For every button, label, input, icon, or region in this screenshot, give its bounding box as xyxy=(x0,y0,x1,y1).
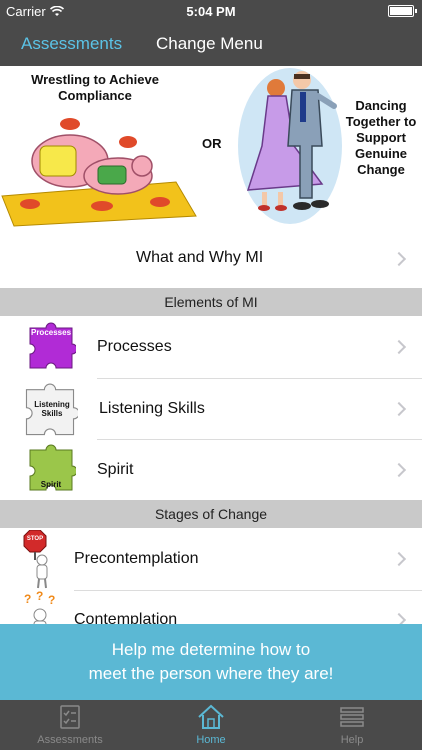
meet-person-cta-button[interactable]: Help me determine how to meet the person… xyxy=(0,624,422,700)
listening-skills-row[interactable]: Listening Skills Listening Skills xyxy=(0,379,422,439)
home-icon xyxy=(198,704,224,729)
tab-home[interactable]: Home xyxy=(141,704,281,746)
elements-of-mi-header: Elements of MI xyxy=(0,288,422,316)
cta-line-2: meet the person where they are! xyxy=(88,664,334,683)
tab-assessments[interactable]: Assessments xyxy=(0,704,140,746)
chevron-right-icon xyxy=(391,462,407,478)
spirit-label: Spirit xyxy=(97,461,134,478)
svg-text:?: ? xyxy=(24,592,31,606)
chevron-right-icon xyxy=(391,551,407,567)
tab-home-label: Home xyxy=(196,734,226,746)
cta-line-1: Help me determine how to xyxy=(111,640,311,659)
svg-text:?: ? xyxy=(48,593,55,607)
stages-of-change-header: Stages of Change xyxy=(0,500,422,528)
menu-lines-icon xyxy=(340,707,364,727)
or-label: OR xyxy=(202,136,222,151)
listening-skills-icon-text: Listening Skills xyxy=(34,400,70,418)
svg-text:?: ? xyxy=(36,591,43,603)
navigation-bar: Assessments Change Menu xyxy=(0,22,422,66)
precontemplation-label: Precontemplation xyxy=(74,550,199,567)
what-and-why-mi-row[interactable]: What and Why MI xyxy=(0,230,422,288)
chevron-right-icon xyxy=(391,339,407,355)
wrestling-caption: Wrestling to Achieve Compliance xyxy=(31,72,159,103)
chevron-right-icon xyxy=(391,251,407,267)
dancing-caption: Dancing Together to Support Genuine Chan… xyxy=(345,98,417,177)
processes-label: Processes xyxy=(97,338,172,355)
hero-illustration: Wrestling to Achieve Compliance OR Danci… xyxy=(0,66,422,230)
tab-help-label: Help xyxy=(340,734,364,746)
tab-help[interactable]: Help xyxy=(282,704,422,746)
what-and-why-mi-label: What and Why MI xyxy=(136,249,264,266)
battery-icon xyxy=(388,5,417,17)
stop-sign-text: STOP xyxy=(26,536,44,542)
tab-bar: Assessments Home Help xyxy=(0,700,422,750)
assessments-nav-link[interactable]: Assessments xyxy=(21,34,122,54)
spirit-row[interactable]: Spirit Spirit xyxy=(0,440,422,500)
listening-skills-label: Listening Skills xyxy=(99,400,205,417)
processes-icon-text: Processes xyxy=(30,328,72,337)
precontemplation-row[interactable]: STOP Precontemplation xyxy=(0,528,422,590)
tab-assessments-label: Assessments xyxy=(37,734,103,746)
chevron-right-icon xyxy=(391,401,407,417)
status-bar: Carrier 5:04 PM xyxy=(0,0,422,22)
change-menu-title: Change Menu xyxy=(156,34,263,53)
spirit-icon-text: Spirit xyxy=(40,480,62,489)
processes-row[interactable]: Processes Processes xyxy=(0,316,422,378)
checklist-icon xyxy=(60,705,80,729)
clock: 5:04 PM xyxy=(186,4,236,19)
